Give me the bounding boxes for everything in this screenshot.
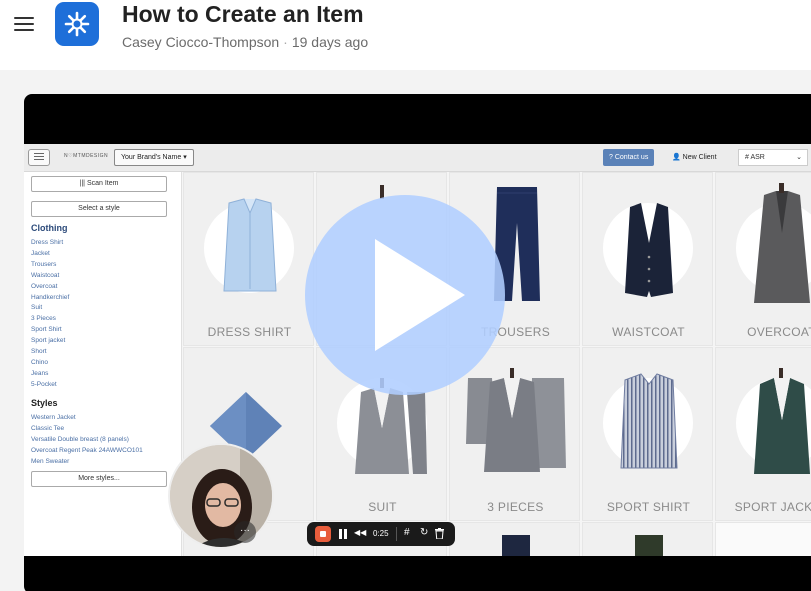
scan-item-button: ||| Scan Item	[31, 176, 167, 192]
sport-jacket-image	[754, 368, 810, 474]
sport-shirt-image	[620, 373, 678, 469]
tile-label: WAISTCOAT	[612, 325, 685, 339]
clothing-item: Short	[31, 348, 47, 356]
pause-button[interactable]	[339, 529, 347, 539]
tile-label: SPORT JACKET	[734, 500, 811, 514]
brand-select-value: Your Brand's Name	[121, 154, 182, 161]
style-item: Overcoat Regent Peak 24AWWCO101	[31, 446, 143, 454]
tile-sport-jacket: SPORT JACKET	[715, 347, 811, 521]
tile-label: SPORT SHIRT	[606, 500, 691, 514]
clothing-item: Chino	[31, 358, 48, 366]
tile-jeans	[449, 522, 580, 556]
webcam-menu-button[interactable]: ···	[234, 521, 256, 543]
app-topbar: N♡MTMDESIGN Your Brand's Name ▾ ? Contac…	[24, 144, 811, 172]
styles-list: Western Jacket Classic Tee Versatile Dou…	[31, 413, 143, 468]
tile-5-pocket	[582, 522, 713, 556]
waistcoat-image	[625, 203, 673, 297]
styles-heading: Styles	[31, 398, 58, 408]
clothing-item: Jeans	[31, 369, 49, 377]
stop-icon	[320, 531, 326, 537]
clothing-heading: Clothing	[31, 223, 68, 233]
tile-label: OVERCOAT	[747, 325, 811, 339]
clothing-item: 3 Pieces	[31, 315, 56, 323]
barcode-icon: |||	[79, 180, 85, 187]
tile-waistcoat: WAISTCOAT	[582, 172, 713, 346]
rewind-icon[interactable]: ◀◀	[354, 528, 366, 537]
elapsed-time: 0:25	[373, 529, 389, 538]
more-styles-button: More styles...	[31, 471, 167, 487]
style-item: Versatile Double breast (8 panels)	[31, 435, 129, 443]
clothing-item: Waistcoat	[31, 271, 60, 279]
video-player[interactable]: N♡MTMDESIGN Your Brand's Name ▾ ? Contac…	[24, 94, 811, 591]
video-title: How to Create an Item	[122, 1, 364, 27]
author-name[interactable]: Casey Ciocco-Thompson	[122, 34, 279, 50]
add-user-icon: 👤	[672, 154, 681, 161]
contact-us-label: Contact us	[614, 154, 649, 161]
app-logo: N♡MTMDESIGN	[64, 153, 109, 159]
new-client-button: 👤 New Client	[672, 153, 717, 161]
search-select-value: # ASR	[745, 154, 765, 161]
play-button[interactable]	[305, 195, 505, 395]
brand-select: Your Brand's Name ▾	[114, 149, 194, 166]
caret-down-icon: ▾	[183, 154, 187, 161]
stop-recording-button[interactable]	[315, 526, 331, 542]
question-icon: ?	[609, 154, 613, 161]
video-meta: Casey Ciocco-Thompson · 19 days ago	[122, 34, 368, 50]
style-item: Men Sweater	[31, 457, 70, 465]
tile-label: DRESS SHIRT	[207, 325, 292, 339]
clothing-item: Jacket	[31, 249, 50, 257]
tile-label: SUIT	[368, 500, 397, 514]
style-item: Classic Tee	[31, 424, 65, 432]
controls-divider	[396, 527, 397, 541]
presenter-avatar	[170, 445, 272, 547]
restart-icon[interactable]: ↻	[420, 527, 428, 538]
tile-overcoat: OVERCOAT	[715, 172, 811, 346]
tile-sport-shirt: SPORT SHIRT	[582, 347, 713, 521]
overcoat-image	[754, 183, 810, 303]
meta-separator: ·	[283, 34, 288, 50]
contact-us-button: ? Contact us	[603, 149, 655, 166]
select-style-button: Select a style	[31, 201, 167, 217]
tile-dress-shirt: DRESS SHIRT	[183, 172, 314, 346]
chevron-down-icon: ⌄	[796, 154, 802, 161]
clothing-item: Dress Shirt	[31, 239, 64, 246]
search-select: # ASR ⌄	[738, 149, 808, 166]
jeans-image	[502, 535, 530, 556]
app-logo-icon[interactable]	[55, 2, 99, 46]
clothing-item: Handkerchief	[31, 293, 70, 301]
tile-label: 3 PIECES	[487, 500, 544, 514]
clothing-item: Sport jacket	[31, 337, 66, 345]
recording-controls: ◀◀ 0:25 # ↻	[307, 522, 455, 546]
clothing-item: Overcoat	[31, 282, 58, 290]
clothing-list: Dress Shirt Jacket Trousers Waistcoat Ov…	[31, 238, 69, 391]
app-menu-icon	[28, 149, 50, 166]
tile-empty	[715, 522, 811, 556]
clothing-item: 5-Pocket	[31, 380, 57, 388]
app-sidebar: ||| Scan Item Select a style Clothing Dr…	[24, 172, 182, 556]
upload-age: 19 days ago	[291, 34, 369, 50]
scan-item-label: Scan Item	[86, 180, 119, 187]
new-client-label: New Client	[682, 154, 717, 161]
style-item: Western Jacket	[31, 414, 76, 421]
clothing-item: Sport Shirt	[31, 326, 62, 334]
hamburger-menu-icon[interactable]	[14, 14, 34, 32]
clothing-item: Suit	[31, 304, 43, 312]
trash-icon[interactable]	[435, 528, 444, 540]
dress-shirt-image	[223, 198, 277, 292]
play-icon	[375, 239, 465, 351]
webcam-bubble[interactable]	[168, 443, 274, 549]
grid-icon[interactable]: #	[404, 527, 410, 538]
page: How to Create an Item Casey Ciocco-Thomp…	[0, 0, 811, 591]
clothing-item: Trousers	[31, 260, 57, 268]
five-pocket-image	[635, 535, 663, 556]
